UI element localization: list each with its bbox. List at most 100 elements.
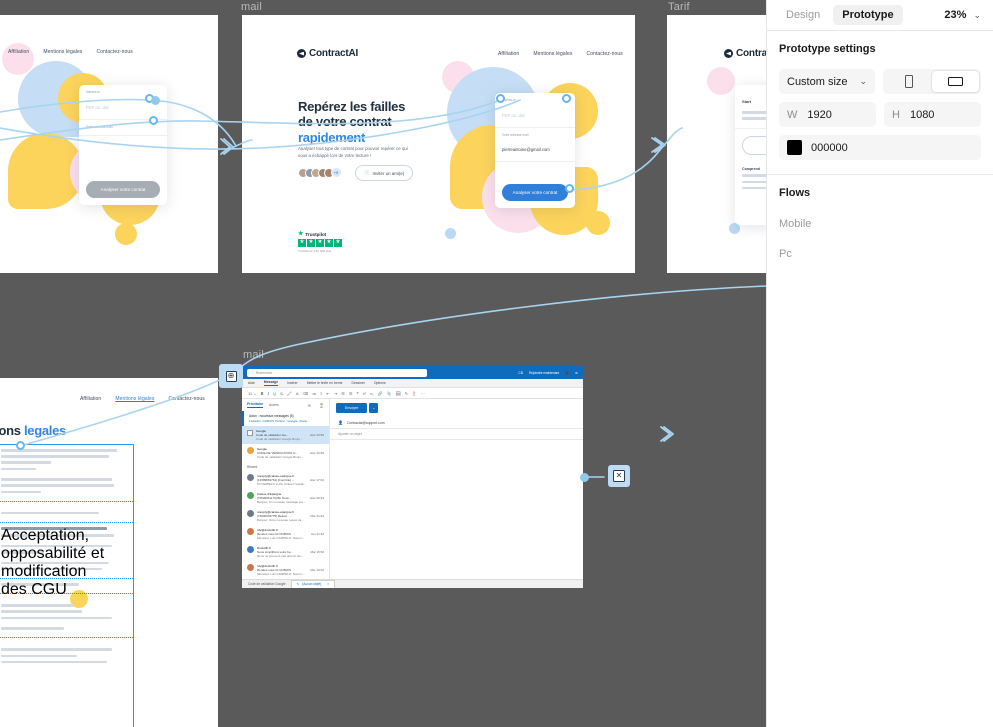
hotspot-node-outlook-right[interactable] [580, 473, 589, 482]
orientation-toggle[interactable] [883, 69, 981, 94]
tab-options[interactable]: Options [374, 381, 386, 385]
italic-icon[interactable]: 𝘐 [267, 391, 269, 396]
tab-dessiner[interactable]: Dessiner [352, 381, 365, 385]
list-item[interactable]: noreply@caisse-epargne.fr [13399881761] … [242, 471, 329, 489]
nav-item-affiliation[interactable]: Affiliation [80, 396, 101, 402]
join-now-button[interactable]: Rejoindre maintenant [529, 371, 559, 375]
list-item[interactable]: rdv@doctolib.fr Rendez-vous Dr DUBOIS Je… [242, 525, 329, 543]
tab-aide[interactable]: Aide [248, 381, 255, 385]
chevron-down-icon[interactable]: ⌄ [859, 76, 867, 87]
list-item[interactable]: rdv@doctolib.fr Rendez-vous Dr DUBOIS Me… [242, 561, 329, 579]
color-swatch[interactable] [787, 140, 802, 155]
message-list-header[interactable]: Prioritaire Autres ✉ ⏳ [242, 399, 329, 411]
nav-item-contactez-nous[interactable]: Contactez-nous [168, 396, 204, 402]
importance-icon[interactable]: ❗ [412, 391, 417, 396]
close-icon[interactable]: × [327, 582, 329, 586]
hotspot-node-home-email[interactable] [149, 116, 158, 125]
tab-mettre-le-texte-en-forme[interactable]: Mettre le texte en forme [307, 381, 343, 385]
legal-selection-box[interactable]: Acceptation, opposabilité et modificatio… [0, 444, 134, 727]
pricing-card[interactable]: Start Choisir Comprend [735, 85, 766, 225]
landing-nav[interactable]: Affiliation Mentions légales Contactez-n… [8, 49, 133, 55]
device-size-select[interactable]: Custom size ⌄ [779, 69, 875, 94]
message-list[interactable]: Prioritaire Autres ✉ ⏳ Avion : nouveaux … [242, 399, 330, 579]
attach-icon[interactable]: 📎 [387, 391, 392, 396]
filter-prioritaire[interactable]: Prioritaire [247, 402, 264, 408]
flow-item-pc[interactable]: Pc [767, 239, 993, 269]
indent-decrease-icon[interactable]: ⇤ [327, 391, 330, 396]
logo[interactable]: ContractAI [297, 48, 358, 59]
filter-autres[interactable]: Autres [269, 403, 279, 407]
logo[interactable]: ContractAI [724, 48, 766, 59]
list-item[interactable]: Doctolib.fr Nous simplifions votre be...… [242, 543, 329, 561]
send-button[interactable]: Envoyer [336, 403, 368, 413]
numbered-list-icon[interactable]: ≡ [320, 391, 322, 396]
form-submit-button[interactable]: Analyser votre contrat [502, 184, 568, 201]
flow-item-mobile[interactable]: Mobile [767, 209, 993, 239]
invite-friend-button[interactable]: 📄 Inviter un ami(e) [355, 165, 414, 181]
status-draft-chip[interactable]: ✎ (Aucun objet) × [290, 579, 336, 588]
frame-home-partial[interactable]: Affiliation Mentions légales Contactez-n… [0, 15, 218, 273]
design-canvas[interactable]: mail Tarif mail Affiliation Mentions lég… [0, 0, 766, 727]
nav-item-affiliation[interactable]: Affiliation [8, 49, 29, 55]
quote-icon[interactable]: ❝ [356, 391, 358, 396]
indent-increase-icon[interactable]: ⇥ [334, 391, 337, 396]
tab-design[interactable]: Design [777, 5, 829, 25]
clear-format-icon[interactable]: ⌫ [303, 391, 309, 396]
bold-icon[interactable]: 𝐁 [261, 391, 264, 396]
signature-icon[interactable]: ✎ [405, 391, 408, 396]
prototype-close-node[interactable]: ✕ [608, 465, 630, 487]
background-color-field[interactable]: 000000 [779, 135, 981, 160]
focused-banner[interactable]: Avion : nouveaux messages (5) LinkedIn, … [242, 411, 329, 426]
filter-icon[interactable]: ⏳ [319, 403, 324, 408]
image-icon[interactable]: 🖼 [395, 391, 400, 396]
underline-icon[interactable]: U̲ [273, 391, 276, 396]
list-item[interactable]: Google CODE DE VERIFICATION G... Hier 23… [242, 444, 329, 462]
video-icon[interactable]: 🎥 [565, 371, 569, 375]
orientation-landscape-button[interactable] [932, 71, 979, 92]
mail-icon[interactable]: ✉ [308, 403, 311, 408]
highlight-icon[interactable]: 🖍 [287, 391, 292, 396]
hotspot-node-mail-submit[interactable] [565, 184, 574, 193]
width-field[interactable]: W 1920 [779, 102, 876, 127]
message-checkbox[interactable] [247, 429, 253, 436]
frame-label-mail-outlook[interactable]: mail [243, 349, 264, 361]
hotspot-node-home-upload-end[interactable] [151, 96, 160, 105]
compose-subject-field[interactable]: Ajouter un objet [330, 429, 583, 440]
more-icon[interactable]: ⋯ [421, 391, 425, 396]
pricing-cta-button[interactable]: Choisir [742, 136, 766, 156]
outlook-ribbon-toolbar[interactable]: 11 ⌄ 𝐁 𝘐 U̲ S̶ 🖍 A ⌫ ≔ ≡ ⇤ ⇥ ☰ ☰ ❝ x² x₂… [242, 388, 583, 399]
form-email-row[interactable]: Votre adresse mail pierreantoine@gmail.c… [495, 128, 575, 162]
frame-mail-landing[interactable]: ContractAI Affiliation Mentions légales … [242, 15, 635, 273]
hotspot-node-mail-upload-start[interactable] [496, 94, 505, 103]
frame-label-mail-top[interactable]: mail [241, 1, 262, 13]
status-open-item[interactable]: Code de validation Google [248, 582, 286, 586]
outlook-titlebar-actions[interactable]: CB Rejoindre maintenant 🎥 ⚙ [518, 371, 578, 375]
font-color-icon[interactable]: A [296, 391, 299, 396]
align-left-icon[interactable]: ☰ [341, 391, 345, 396]
nav-item-contactez-nous[interactable]: Contactez-nous [586, 51, 622, 57]
link-icon[interactable]: 🔗 [378, 391, 383, 396]
list-item[interactable]: noreply@caisse-epargne.fr [72000043775] … [242, 507, 329, 525]
tab-prototype[interactable]: Prototype [833, 5, 903, 25]
frame-mentions-legales[interactable]: Affiliation Mentions légales Contactez-n… [0, 378, 218, 727]
compose-pane[interactable]: Envoyer ⌄ 👤 Contractai@support.com Ajout… [330, 399, 583, 579]
send-options-caret-icon[interactable]: ⌄ [369, 403, 379, 413]
tab-message[interactable]: Message [263, 380, 279, 386]
superscript-icon[interactable]: x² [363, 391, 366, 396]
hotspot-node-mail-upload-end[interactable] [562, 94, 571, 103]
flow-start-point-badge[interactable]: ⊕ [219, 364, 243, 388]
strikethrough-icon[interactable]: S̶ [280, 391, 283, 396]
orientation-portrait-button[interactable] [885, 71, 932, 92]
subscript-icon[interactable]: x₂ [370, 391, 374, 396]
zoom-control[interactable]: 23% ⌄ [944, 9, 983, 21]
form-submit-button[interactable]: Analyser votre contrat [86, 181, 160, 198]
chevron-down-icon[interactable]: ⌄ [973, 10, 981, 21]
list-item[interactable]: Google Code de validation Ga... Hier 23:… [242, 426, 329, 444]
list-item[interactable]: Caisse d'Epargne [72500911173] Bh Nouv..… [242, 489, 329, 507]
frame-mail-outlook[interactable]: ⌕ Rechercher CB Rejoindre maintenant 🎥 ⚙… [242, 366, 583, 588]
nav-item-mentions-legales[interactable]: Mentions légales [43, 49, 82, 55]
hotspot-node-legal-top[interactable] [16, 441, 25, 450]
height-field[interactable]: H 1080 [884, 102, 981, 127]
nav-item-contactez-nous[interactable]: Contactez-nous [96, 49, 132, 55]
nav-item-affiliation[interactable]: Affiliation [498, 51, 519, 57]
